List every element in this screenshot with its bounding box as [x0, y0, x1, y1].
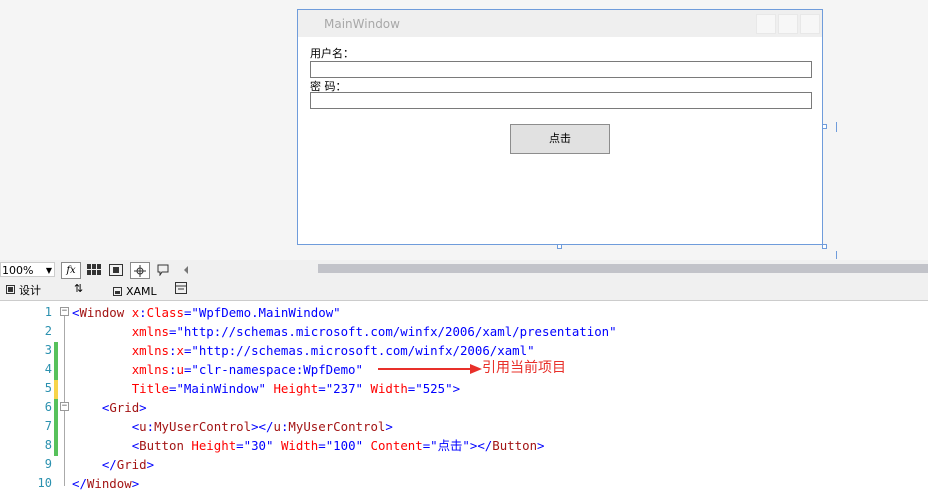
resize-handle-corner[interactable]: [822, 244, 827, 249]
swap-panes-button[interactable]: ⇅: [74, 282, 83, 295]
code-line-8: <Button Height="30" Width="100" Content=…: [131, 438, 545, 453]
annotation-arrow-icon: [378, 364, 482, 374]
code-line-7: <u:MyUserControl></u:MyUserControl>: [131, 419, 393, 434]
collapse-window-icon[interactable]: −: [60, 307, 69, 316]
password-textbox[interactable]: [310, 92, 812, 109]
chevron-down-icon: ▼: [45, 266, 52, 275]
xaml-editor[interactable]: 1 2 3 4 5 6 7 8 9 10 − − <Window x:Class="WpfDemo…: [0, 301, 928, 497]
annotation-label: 引用当前项目: [482, 360, 566, 376]
close-icon: [800, 14, 820, 34]
code-line-1: <Window x:Class="WpfDemo.MainWindow": [72, 305, 341, 320]
click-button[interactable]: 点击: [510, 124, 610, 154]
collapse-grid-icon[interactable]: −: [60, 402, 69, 411]
tab-design[interactable]: 设计: [6, 282, 41, 298]
code-line-5: Title="MainWindow" Height="237" Width="5…: [131, 381, 461, 396]
line-number: 5: [44, 381, 52, 395]
comment-icon[interactable]: [155, 262, 171, 277]
width-guide: [836, 122, 837, 132]
change-marker-unsaved: [54, 380, 58, 399]
caption-buttons: [756, 14, 820, 34]
zoom-select[interactable]: 100% ▼: [0, 262, 55, 277]
line-number: 10: [37, 476, 52, 490]
username-textbox[interactable]: [310, 61, 812, 78]
split-view-icon[interactable]: [175, 282, 187, 294]
tab-xaml[interactable]: XAML: [113, 285, 157, 298]
tab-xaml-label: XAML: [126, 285, 157, 298]
username-label: 用户名：: [310, 47, 354, 60]
line-number: 1: [44, 305, 52, 319]
snap-lines-icon[interactable]: [130, 262, 150, 279]
xaml-icon: [113, 286, 122, 296]
code-line-4: xmlns:u="clr-namespace:WpfDemo": [131, 362, 363, 377]
code-line-9: </Grid>: [101, 457, 155, 472]
height-guide: [836, 251, 837, 259]
resize-handle-bottom[interactable]: [557, 244, 562, 249]
code-line-3: xmlns:x="http://schemas.microsoft.com/wi…: [131, 343, 535, 358]
view-tabs: 设计 ⇅ XAML: [0, 279, 928, 301]
line-number: 7: [44, 419, 52, 433]
scroll-left-icon[interactable]: [178, 262, 194, 277]
preview-window-title: MainWindow: [324, 17, 400, 31]
maximize-icon: [778, 14, 798, 34]
preview-titlebar: MainWindow: [298, 10, 822, 37]
code-line-10: </Window>: [72, 476, 140, 491]
change-marker-saved: [54, 399, 58, 456]
line-number: 4: [44, 362, 52, 376]
grid-icon[interactable]: [86, 262, 102, 277]
resize-handle-right[interactable]: [822, 124, 827, 129]
minimize-icon: [756, 14, 776, 34]
snap-grid-icon[interactable]: [108, 262, 124, 277]
code-line-6: <Grid>: [101, 400, 147, 415]
horizontal-scrollbar[interactable]: [318, 264, 928, 273]
design-surface[interactable]: MainWindow 用户名： 密 码： 点击: [0, 0, 928, 260]
line-number: 3: [44, 343, 52, 357]
line-number: 9: [44, 457, 52, 471]
line-number: 6: [44, 400, 52, 414]
fx-button[interactable]: fx: [61, 262, 81, 279]
design-icon: [6, 285, 15, 294]
tab-design-label: 设计: [19, 284, 41, 297]
line-number: 8: [44, 438, 52, 452]
line-number: 2: [44, 324, 52, 338]
code-line-2: xmlns="http://schemas.microsoft.com/winf…: [131, 324, 617, 339]
preview-window[interactable]: MainWindow 用户名： 密 码： 点击: [297, 9, 823, 245]
zoom-value: 100%: [2, 264, 34, 277]
